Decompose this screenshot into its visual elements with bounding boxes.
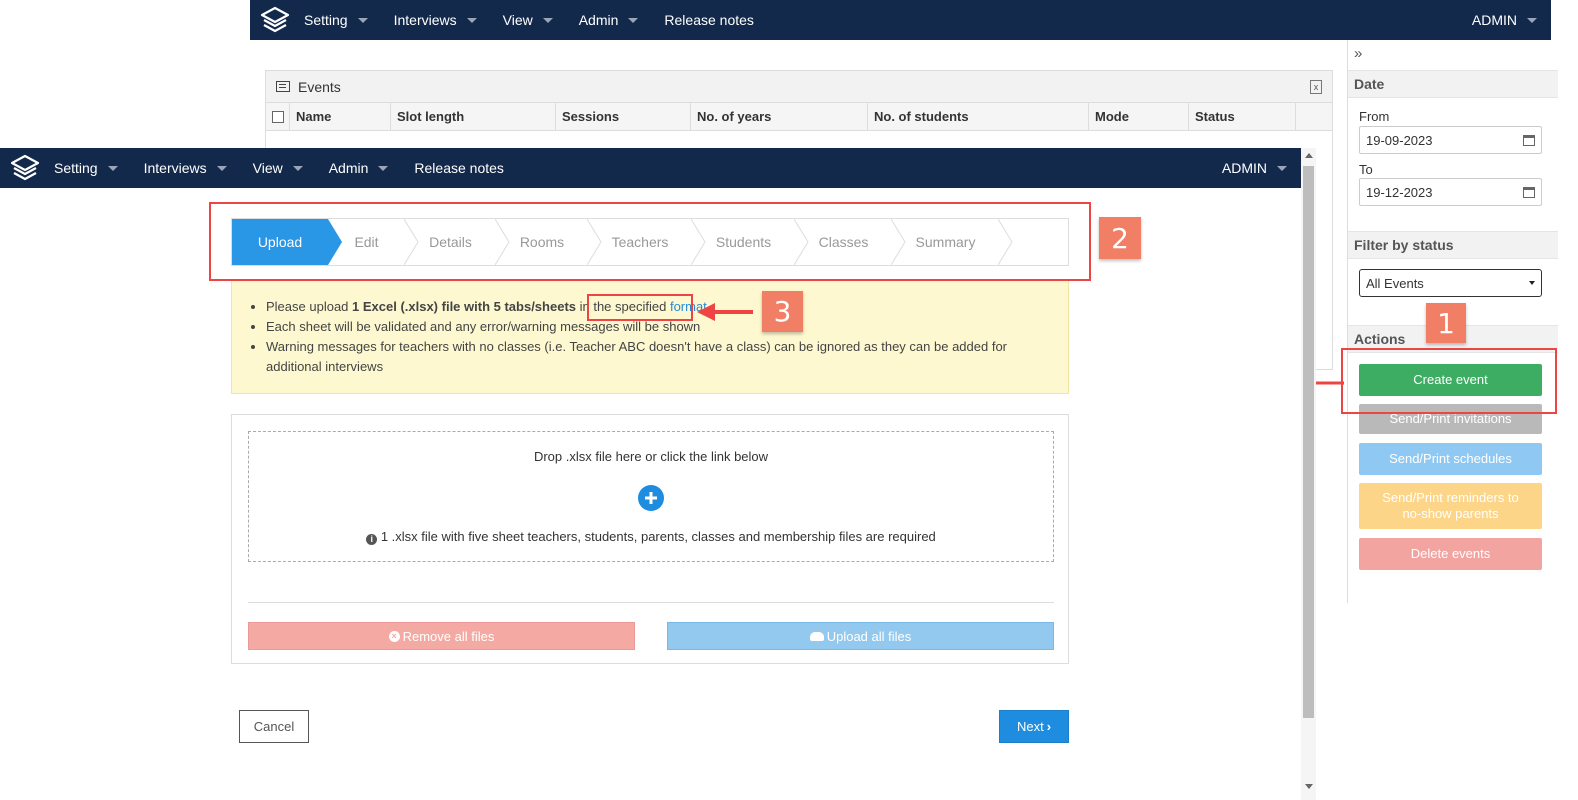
collapse-sidebar-icon[interactable]: »	[1354, 45, 1362, 62]
date-section-heading: Date	[1348, 70, 1558, 98]
create-event-window: Setting Interviews View Admin Release no…	[0, 148, 1316, 800]
layers-logo-icon[interactable]	[258, 3, 292, 37]
file-dropzone[interactable]: Drop .xlsx file here or click the link b…	[248, 431, 1054, 562]
nav-view[interactable]: View	[253, 160, 303, 176]
scroll-up-arrow-icon[interactable]	[1305, 153, 1313, 158]
drop-instruction: Drop .xlsx file here or click the link b…	[533, 449, 769, 464]
info-icon: i	[366, 534, 378, 545]
events-table-header: Name Slot length Sessions No. of years N…	[266, 103, 1332, 131]
scroll-down-arrow-icon[interactable]	[1305, 784, 1313, 789]
annotation-box-format-link	[587, 294, 693, 321]
nav-admin[interactable]: Admin	[579, 12, 639, 28]
user-menu[interactable]: ADMIN	[1222, 160, 1287, 176]
top-navbar-background: Setting Interviews View Admin Release no…	[250, 0, 1551, 40]
file-requirement-info: i 1 .xlsx file with five sheet teachers,…	[249, 529, 1053, 545]
add-file-icon[interactable]	[638, 485, 664, 511]
nav-admin[interactable]: Admin	[329, 160, 389, 176]
nav-view[interactable]: View	[503, 12, 553, 28]
nav-interviews[interactable]: Interviews	[144, 160, 227, 176]
col-mode[interactable]: Mode	[1089, 103, 1189, 130]
calendar-icon[interactable]	[1523, 186, 1535, 198]
cloud-upload-icon	[809, 631, 824, 641]
filter-section-heading: Filter by status	[1348, 231, 1558, 259]
annotation-badge-1: 1	[1426, 303, 1466, 343]
list-icon	[276, 81, 290, 92]
nav-interviews[interactable]: Interviews	[394, 12, 477, 28]
caret-down-icon	[357, 17, 368, 23]
calendar-icon[interactable]	[1523, 134, 1535, 146]
nav-release-notes[interactable]: Release notes	[664, 12, 754, 28]
upload-panel: Drop .xlsx file here or click the link b…	[231, 414, 1069, 664]
remove-all-files-button[interactable]: × Remove all files	[248, 622, 635, 650]
caret-down-icon	[1529, 281, 1535, 285]
next-button[interactable]: Next ›	[999, 710, 1069, 743]
layers-logo-icon[interactable]	[8, 151, 42, 185]
col-no-of-students[interactable]: No. of students	[868, 103, 1089, 130]
col-name[interactable]: Name	[290, 103, 391, 130]
caret-down-icon	[378, 165, 389, 171]
caret-down-icon	[628, 17, 639, 23]
to-date-input[interactable]: 19-12-2023	[1359, 178, 1542, 206]
from-date-input[interactable]: 19-09-2023	[1359, 126, 1542, 154]
annotation-arrow-left	[697, 303, 755, 321]
user-menu[interactable]: ADMIN	[1472, 12, 1537, 28]
select-all-checkbox[interactable]	[271, 110, 284, 123]
top-navbar: Setting Interviews View Admin Release no…	[0, 148, 1301, 188]
scroll-thumb[interactable]	[1303, 166, 1314, 718]
from-label: From	[1359, 109, 1390, 124]
chevron-right-icon: ›	[1046, 719, 1052, 734]
col-no-of-years[interactable]: No. of years	[691, 103, 868, 130]
upload-all-files-button[interactable]: Upload all files	[667, 622, 1054, 650]
annotation-badge-2: 2	[1099, 217, 1141, 259]
delete-events-button[interactable]: Delete events	[1359, 538, 1542, 570]
instruction-item: Warning messages for teachers with no cl…	[266, 337, 1048, 377]
send-print-schedules-button[interactable]: Send/Print schedules	[1359, 443, 1542, 475]
cancel-button[interactable]: Cancel	[239, 710, 309, 743]
caret-down-icon	[466, 17, 477, 23]
vertical-scrollbar[interactable]	[1301, 148, 1316, 800]
to-label: To	[1359, 162, 1373, 177]
times-circle-icon: ×	[388, 630, 400, 642]
col-slot-length[interactable]: Slot length	[391, 103, 556, 130]
events-title: Events	[298, 78, 341, 95]
annotation-box-create-event	[1341, 348, 1557, 414]
caret-down-icon	[542, 17, 553, 23]
annotation-badge-3: 3	[762, 291, 803, 332]
caret-down-icon	[1277, 165, 1287, 171]
divider	[248, 602, 1054, 603]
nav-setting[interactable]: Setting	[304, 12, 368, 28]
send-print-reminders-button[interactable]: Send/Print reminders to no-show parents	[1359, 483, 1542, 529]
col-status[interactable]: Status	[1189, 103, 1296, 130]
excel-export-icon[interactable]: x	[1310, 80, 1322, 94]
nav-setting[interactable]: Setting	[54, 160, 118, 176]
caret-down-icon	[292, 165, 303, 171]
status-filter-select[interactable]: All Events	[1359, 269, 1542, 297]
caret-down-icon	[216, 165, 227, 171]
col-sessions[interactable]: Sessions	[556, 103, 691, 130]
nav-release-notes[interactable]: Release notes	[414, 160, 504, 176]
caret-down-icon	[107, 165, 118, 171]
caret-down-icon	[1527, 17, 1537, 23]
events-panel-header: Events x	[266, 71, 1332, 103]
select-all-checkbox-cell	[266, 103, 290, 130]
